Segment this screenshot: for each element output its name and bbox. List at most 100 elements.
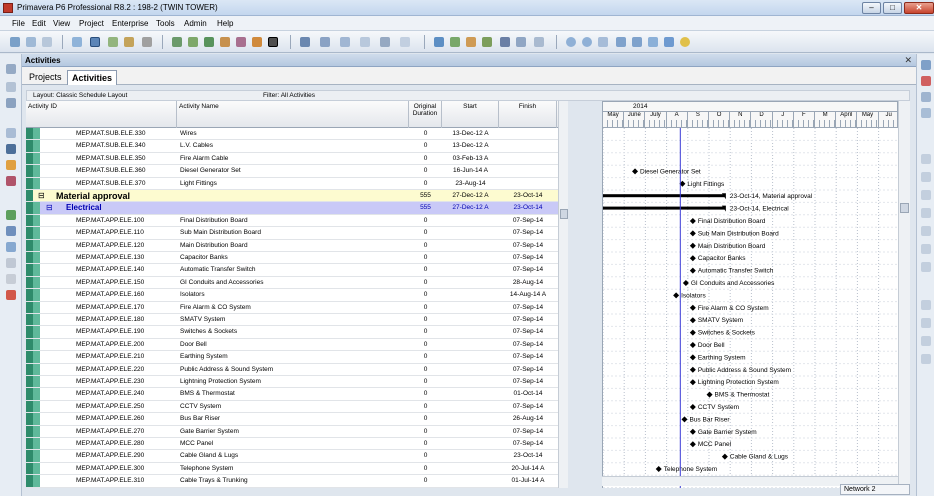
minimize-button[interactable]: – bbox=[862, 2, 881, 14]
zoom-out-icon[interactable] bbox=[582, 37, 592, 47]
copy-icon[interactable] bbox=[921, 92, 931, 102]
milestone-diamond[interactable] bbox=[689, 366, 696, 373]
table-row[interactable]: MEP.MAT.APP.ELE.280 MCC Panel 0 07-Sep-14 bbox=[26, 438, 558, 451]
milestone-diamond[interactable] bbox=[689, 441, 696, 448]
collapse-toggle-icon[interactable]: ⊟ bbox=[38, 190, 46, 202]
table-row[interactable]: MEP.MAT.APP.ELE.250 CCTV System 0 07-Sep-14 bbox=[26, 400, 558, 414]
menu-edit[interactable]: Edit bbox=[32, 19, 46, 28]
table-row[interactable]: MEP.MAT.APP.ELE.100 Final Distribution Bo… bbox=[26, 214, 558, 228]
milestone-diamond[interactable] bbox=[689, 255, 696, 262]
expand-icon[interactable] bbox=[516, 37, 526, 47]
reports-nav-icon[interactable] bbox=[6, 160, 16, 170]
summary-bar[interactable] bbox=[603, 206, 725, 210]
issues-nav-icon[interactable] bbox=[6, 176, 16, 186]
reports-icon[interactable] bbox=[268, 37, 278, 47]
menu-view[interactable]: View bbox=[53, 19, 70, 28]
tab-activities[interactable]: Activities bbox=[67, 70, 118, 85]
menu-tools[interactable]: Tools bbox=[156, 19, 175, 28]
bar-options-icon[interactable] bbox=[124, 37, 134, 47]
arrow-right-icon[interactable] bbox=[921, 354, 931, 364]
table-row[interactable]: MEP.MAT.APP.ELE.260 Bus Bar Riser 0 26-Aug-… bbox=[26, 413, 558, 426]
print-icon[interactable] bbox=[10, 37, 20, 47]
menu-file[interactable]: File bbox=[12, 19, 25, 28]
table-row[interactable]: MEP.MAT.SUB.ELE.330 Wires 0 13-Dec-12 A bbox=[26, 128, 558, 141]
resources-nav-icon[interactable] bbox=[6, 144, 16, 154]
wp-docs-nav-icon[interactable] bbox=[6, 242, 16, 252]
filter-icon[interactable] bbox=[340, 37, 350, 47]
table-row[interactable]: MEP.MAT.APP.ELE.210 Earthing System 0 07-Se… bbox=[26, 351, 558, 364]
table-row[interactable]: MEP.MAT.APP.ELE.290 Cable Gland & Lugs 0 23… bbox=[26, 450, 558, 463]
progress-icon[interactable] bbox=[400, 37, 410, 47]
column-header-activity-name[interactable]: Activity Name bbox=[177, 101, 409, 128]
table-row[interactable]: MEP.MAT.APP.ELE.230 Lightning Protection … bbox=[26, 376, 558, 389]
gantt-vertical-scrollbar[interactable] bbox=[898, 101, 910, 488]
resources-icon[interactable] bbox=[236, 37, 246, 47]
expenses-nav-icon[interactable] bbox=[6, 290, 16, 300]
column-header-finish[interactable]: Finish bbox=[499, 101, 557, 128]
bottom-layout-icon[interactable] bbox=[632, 37, 642, 47]
milestone-diamond[interactable] bbox=[689, 242, 696, 249]
projects-nav-icon[interactable] bbox=[6, 64, 16, 74]
column-header-activity-id[interactable]: Activity ID bbox=[26, 101, 177, 128]
link-icon[interactable] bbox=[500, 37, 510, 47]
milestone-diamond[interactable] bbox=[689, 267, 696, 274]
bars-icon[interactable] bbox=[380, 37, 390, 47]
table-row[interactable]: MEP.MAT.SUB.ELE.340 L.V. Cables 0 13-Dec-12… bbox=[26, 140, 558, 153]
activities-icon[interactable] bbox=[204, 37, 214, 47]
add-icon[interactable] bbox=[921, 60, 931, 70]
milestone-diamond[interactable] bbox=[689, 230, 696, 237]
filter-label[interactable]: Filter: All Activities bbox=[263, 92, 315, 99]
table-row[interactable]: MEP.MAT.APP.ELE.120 Main Distribution Boa… bbox=[26, 239, 558, 252]
table-row[interactable]: MEP.MAT.APP.ELE.240 BMS & Thermostat 0 01-O… bbox=[26, 388, 558, 401]
user-icon[interactable] bbox=[142, 37, 152, 47]
assignments-nav-icon[interactable] bbox=[6, 226, 16, 236]
delete-icon[interactable] bbox=[921, 76, 931, 86]
projects-icon[interactable] bbox=[172, 37, 182, 47]
assign-icon[interactable] bbox=[921, 226, 931, 236]
gantt-scroll-thumb[interactable] bbox=[900, 203, 909, 213]
level-icon[interactable] bbox=[450, 37, 460, 47]
paste-icon[interactable] bbox=[921, 108, 931, 118]
help-icon[interactable] bbox=[680, 37, 690, 47]
store-period-icon[interactable] bbox=[482, 37, 492, 47]
wbs-icon[interactable] bbox=[188, 37, 198, 47]
activity-network-icon[interactable] bbox=[108, 37, 118, 47]
milestone-diamond[interactable] bbox=[689, 428, 696, 435]
milestone-diamond[interactable] bbox=[673, 292, 680, 299]
milestone-diamond[interactable] bbox=[682, 280, 689, 286]
menu-admin[interactable]: Admin bbox=[184, 19, 207, 28]
arrow-left-icon[interactable] bbox=[921, 336, 931, 346]
milestone-diamond[interactable] bbox=[689, 342, 696, 348]
milestone-diamond[interactable] bbox=[689, 317, 696, 324]
table-row[interactable]: MEP.MAT.APP.ELE.150 GI Conduits and Acces… bbox=[26, 276, 558, 290]
notebook-icon[interactable] bbox=[664, 37, 674, 47]
maximize-button[interactable]: □ bbox=[883, 2, 902, 14]
table-row[interactable]: MEP.MAT.APP.ELE.110 Sub Main Distribution… bbox=[26, 227, 558, 240]
print-preview-icon[interactable] bbox=[26, 37, 36, 47]
relationships-icon[interactable] bbox=[921, 244, 931, 254]
wbs-nav-icon[interactable] bbox=[6, 98, 16, 108]
milestone-diamond[interactable] bbox=[689, 218, 696, 224]
zoom-in-icon[interactable] bbox=[566, 37, 576, 47]
risks-nav-icon[interactable] bbox=[6, 274, 16, 284]
move-down-icon[interactable] bbox=[921, 208, 931, 218]
collapse-toggle-icon[interactable]: ⊟ bbox=[46, 202, 54, 214]
table-row[interactable]: MEP.MAT.APP.ELE.130 Capacitor Banks 0 07-Se… bbox=[26, 252, 558, 265]
tab-projects[interactable]: Projects bbox=[25, 70, 66, 85]
menu-enterprise[interactable]: Enterprise bbox=[112, 19, 148, 28]
menu-project[interactable]: Project bbox=[79, 19, 104, 28]
table-row[interactable]: MEP.MAT.APP.ELE.220 Public Address & Soun… bbox=[26, 363, 558, 376]
tracking-nav-icon[interactable] bbox=[6, 128, 16, 138]
gantt-chart-icon[interactable] bbox=[90, 37, 100, 47]
eps-nav-icon[interactable] bbox=[6, 82, 16, 92]
milestone-diamond[interactable] bbox=[632, 168, 639, 175]
milestone-diamond[interactable] bbox=[655, 466, 662, 472]
table-vertical-scrollbar[interactable] bbox=[558, 101, 568, 488]
schedule-icon[interactable] bbox=[434, 37, 444, 47]
table-row[interactable]: MEP.MAT.APP.ELE.180 SMATV System 0 07-Sep-1… bbox=[26, 314, 558, 327]
summary-bar[interactable] bbox=[603, 194, 725, 198]
assignments-icon[interactable] bbox=[220, 37, 230, 47]
table-row[interactable]: MEP.MAT.APP.ELE.140 Automatic Transfer Sw… bbox=[26, 264, 558, 277]
milestone-diamond[interactable] bbox=[689, 354, 696, 361]
table-scroll-thumb[interactable] bbox=[560, 209, 568, 219]
